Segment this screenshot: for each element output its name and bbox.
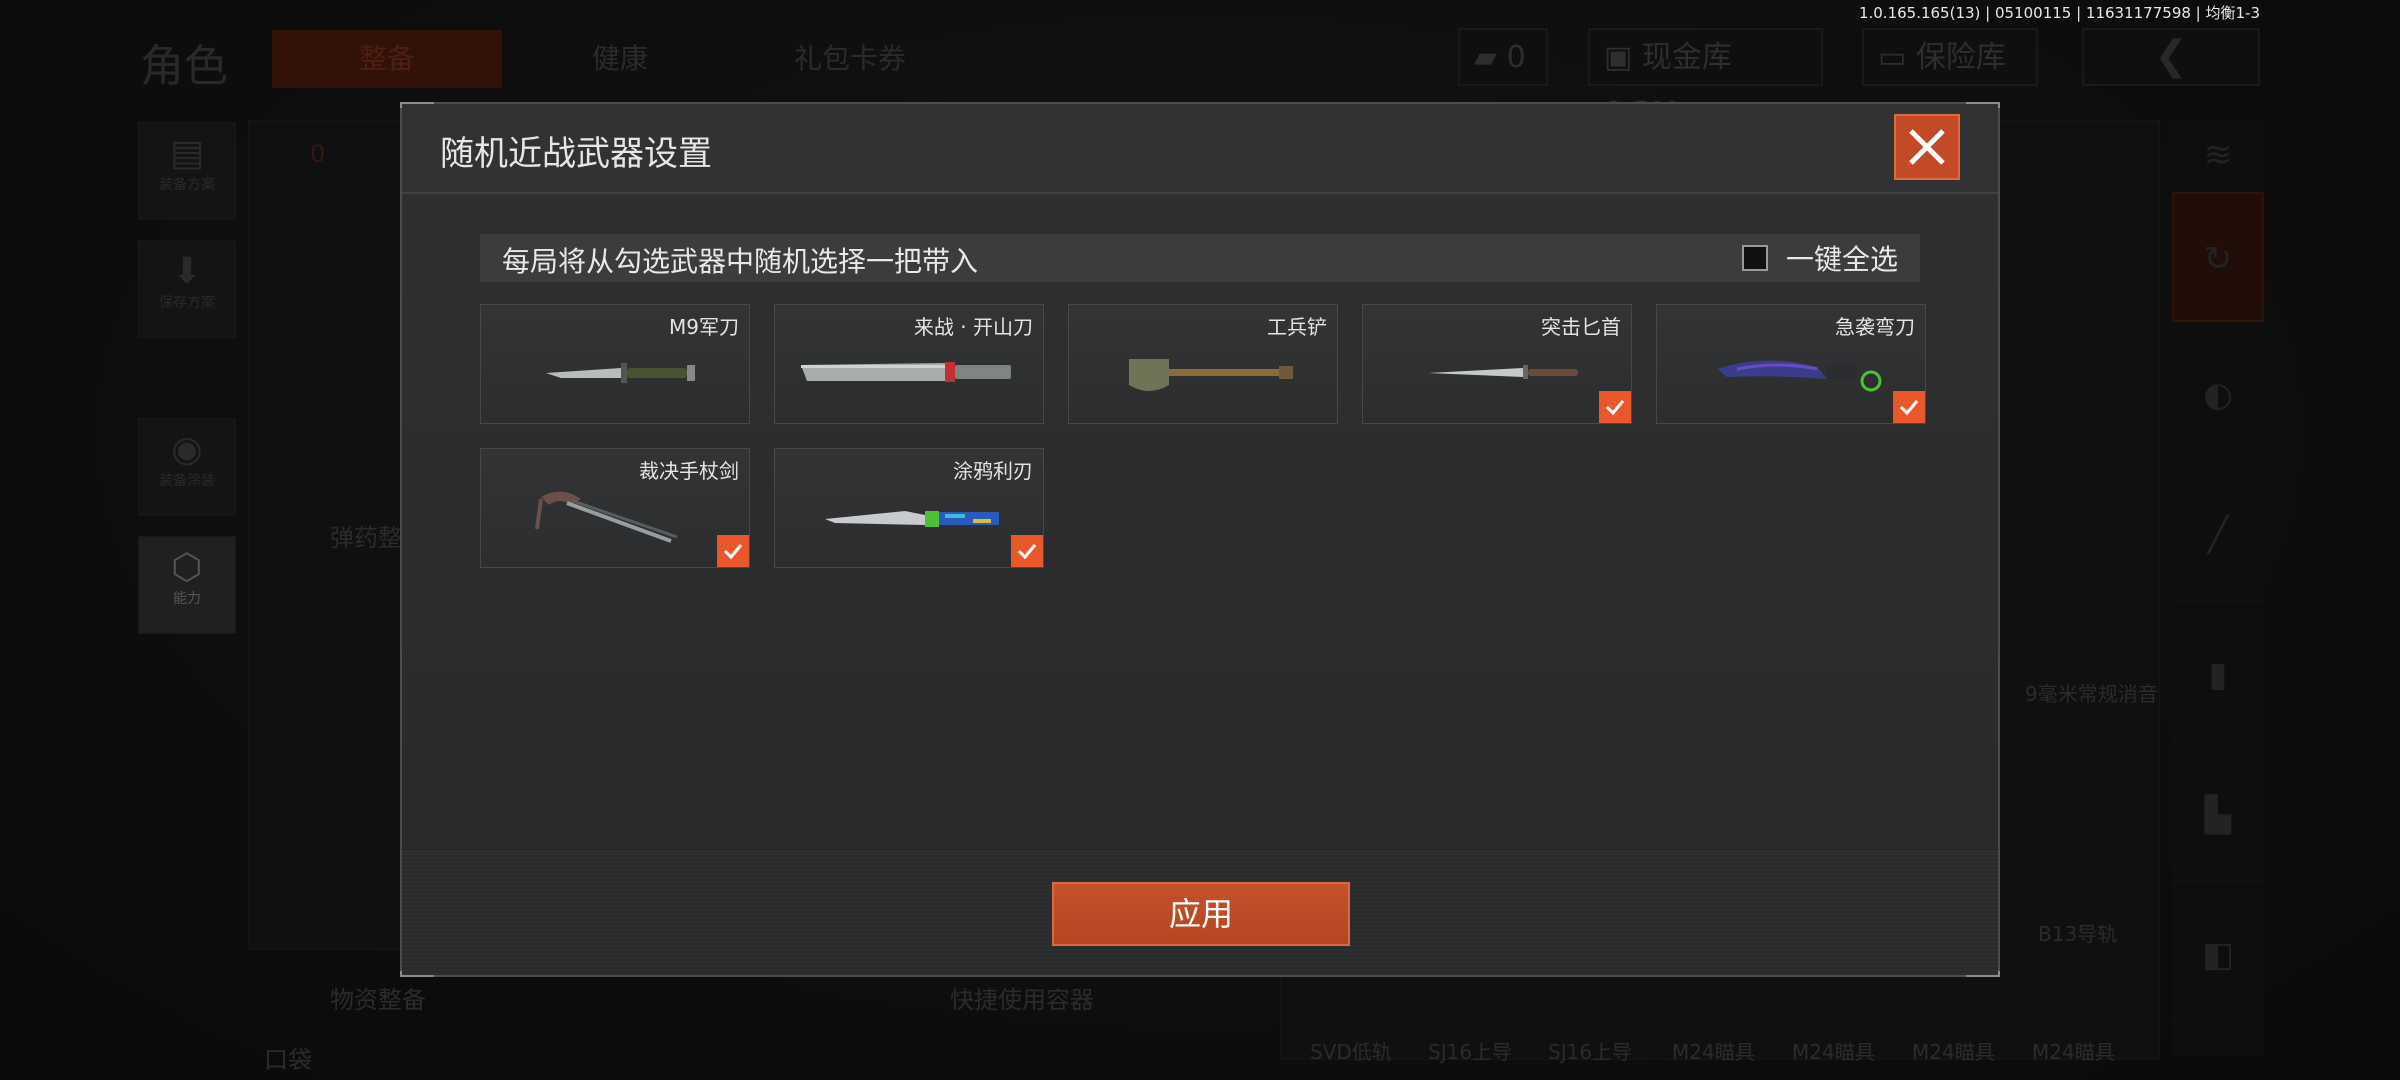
weapon-checkbox[interactable]: [1893, 391, 1925, 423]
lightning-hex-icon: ⬡: [171, 547, 203, 588]
modal-title: 随机近战武器设置: [440, 134, 712, 174]
loadout-plan-button[interactable]: ▤ 装备方案: [138, 122, 236, 220]
select-all-toggle[interactable]: 一键全选: [1741, 240, 1898, 276]
ability-button[interactable]: ⬡ 能力: [138, 536, 236, 634]
ticket-count: 0: [1506, 40, 1526, 75]
cash-icon: ▣: [1604, 40, 1633, 75]
modal-header: 随机近战武器设置: [402, 104, 1998, 194]
weapon-card-cane-sword[interactable]: 裁决手杖剑: [480, 448, 750, 568]
side-label-rail: B13导轨: [2038, 922, 2118, 946]
cane-sword-icon: [535, 491, 678, 543]
weapon-card-machete[interactable]: 来战 · 开山刀: [774, 304, 1044, 424]
ability-label: 能力: [173, 591, 201, 607]
helmet-icon: ◉: [171, 429, 203, 470]
rail-rifle-icon[interactable]: ╱: [2172, 470, 2264, 601]
backpack-count: 0: [310, 140, 326, 168]
vault-icon: ▭: [1878, 40, 1907, 75]
dagger-icon: [1428, 365, 1578, 379]
bottom-item-4: M24瞄具: [1672, 1040, 1755, 1064]
apply-button[interactable]: 应用: [1052, 882, 1350, 946]
close-button[interactable]: [1894, 114, 1960, 180]
select-all-checkbox[interactable]: [1741, 245, 1768, 271]
tab-health[interactable]: 健康: [540, 30, 700, 88]
graffiti-blade-icon: [825, 511, 999, 527]
weapon-card-assault-dagger[interactable]: 突击匕首: [1362, 304, 1632, 424]
weapon-checkbox[interactable]: [717, 535, 749, 567]
supply-label: 物资整备: [330, 986, 426, 1014]
game-screen: 角色 整备 健康 礼包卡券 ▰ 0 ▣ 现金库 0.3M ▭ 保险库 ❮ ▤ 装…: [0, 0, 2400, 1080]
notice-text: 每局将从勾选武器中随机选择一把带入: [502, 245, 979, 278]
weapon-card-karambit[interactable]: 急袭弯刀: [1656, 304, 1926, 424]
checkmark-icon: [723, 544, 743, 560]
vest-icon: ▤: [169, 133, 204, 174]
combat-knife-icon: [546, 363, 695, 383]
vault-label: 保险库: [1915, 40, 2006, 75]
rail-refresh-icon[interactable]: ↻: [2172, 192, 2264, 322]
weapon-card-shovel[interactable]: 工兵铲: [1068, 304, 1338, 424]
back-arrow-icon: ❮: [2154, 33, 2188, 79]
cash-vault[interactable]: ▣ 现金库 0.3M: [1588, 28, 1823, 131]
select-all-label: 一键全选: [1785, 243, 1898, 276]
checkmark-icon: [1017, 544, 1037, 560]
side-label-ammo: 9毫米常规消音: [2025, 682, 2158, 706]
quick-use-label: 快捷使用容器: [950, 986, 1094, 1014]
weapon-card-m9[interactable]: M9军刀: [480, 304, 750, 424]
close-icon: [1909, 129, 1945, 165]
ammo-label: 弹药整: [330, 524, 402, 552]
character-title: 角色: [140, 41, 228, 92]
machete-icon: [801, 362, 1011, 382]
bottom-item-3: SJ16上导: [1548, 1040, 1633, 1064]
download-icon: ⬇: [171, 251, 203, 292]
tab-gift-cards[interactable]: 礼包卡券: [740, 30, 960, 88]
weapon-checkbox[interactable]: [1599, 391, 1631, 423]
save-plan-button[interactable]: ⬇ 保存方案: [138, 240, 236, 338]
bottom-item-2: SJ16上导: [1428, 1040, 1513, 1064]
bottom-item-1: SVD低轨: [1310, 1040, 1392, 1064]
back-button[interactable]: ❮: [2082, 28, 2260, 86]
equipment-skin-label: 装备涂装: [159, 473, 215, 489]
tab-loadout[interactable]: 整备: [272, 30, 502, 88]
rail-scope-icon[interactable]: ◧: [2172, 890, 2264, 1021]
save-plan-label: 保存方案: [159, 295, 215, 311]
modal-footer: 应用: [402, 851, 1998, 975]
karambit-icon: [1717, 360, 1882, 392]
weapon-card-graffiti-blade[interactable]: 涂鸦利刃: [774, 448, 1044, 568]
bottom-item-6: M24瞄具: [1912, 1040, 1995, 1064]
rail-stack-icon[interactable]: ≋: [2172, 120, 2264, 191]
ticket-currency: ▰ 0: [1458, 28, 1548, 86]
bottom-item-7: M24瞄具: [2032, 1040, 2115, 1064]
checkmark-icon: [1899, 400, 1919, 416]
version-info: 1.0.165.165(13) | 05100115 | 11631177598…: [1858, 4, 2260, 22]
random-melee-modal: 随机近战武器设置 每局将从勾选武器中随机选择一把带入 一键全选 M9军刀 来战 …: [400, 102, 2000, 977]
shovel-icon: [1129, 359, 1293, 391]
equipment-skin-button[interactable]: ◉ 装备涂装: [138, 418, 236, 516]
pocket-label: 口袋: [264, 1046, 312, 1074]
rail-helmet-icon[interactable]: ◐: [2172, 330, 2264, 461]
weapon-checkbox[interactable]: [1011, 535, 1043, 567]
checkmark-icon: [1605, 400, 1625, 416]
ticket-icon: ▰: [1474, 40, 1498, 75]
rail-magazine-icon[interactable]: ▮: [2172, 610, 2264, 741]
bottom-item-5: M24瞄具: [1792, 1040, 1875, 1064]
notice-bar: 每局将从勾选武器中随机选择一把带入 一键全选: [480, 234, 1920, 282]
vault-button[interactable]: ▭ 保险库: [1862, 28, 2038, 86]
rail-grip-icon[interactable]: ▙: [2172, 750, 2264, 881]
loadout-plan-label: 装备方案: [159, 177, 215, 193]
